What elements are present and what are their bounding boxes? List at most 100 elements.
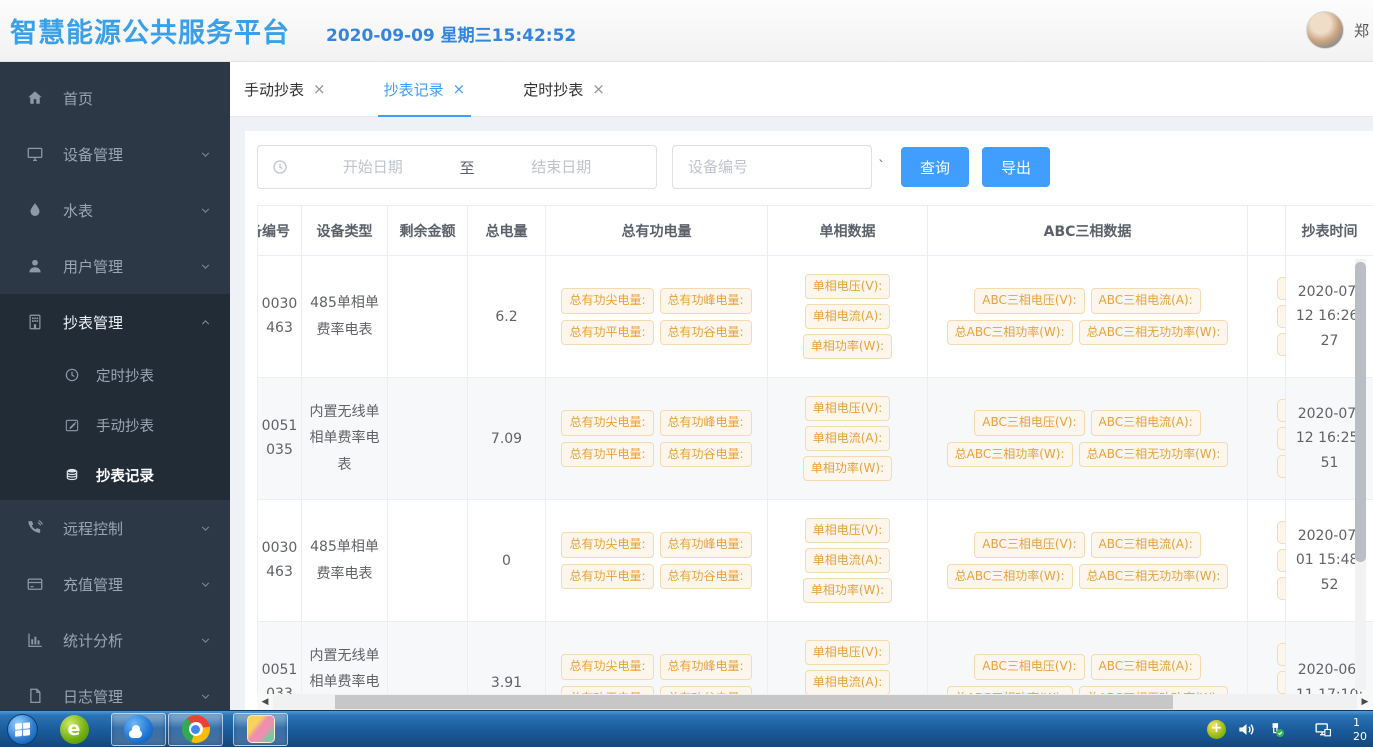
sidebar-item-label: 手动抄表 (96, 415, 154, 436)
tab-manual-reading[interactable]: 手动抄表 × (238, 62, 332, 116)
data-tag: 总有功峰电量: (660, 410, 752, 435)
data-tag: 总有功谷电量: (660, 320, 752, 345)
cell-single-phase: 单相电压(V):单相电流(A):单相功率(W): (768, 378, 928, 500)
cell-single-phase: 单相电压(V):单相电流(A):单相功率(W): (768, 622, 928, 694)
bar-chart-icon (26, 631, 44, 649)
column-header-balance: 剩余金额 (388, 206, 468, 256)
system-tray: + 1 20 (1207, 711, 1373, 747)
filter-bar: 至 ` 查询 导出 (257, 145, 1050, 189)
cell-clipped (1248, 622, 1286, 694)
data-tag: 总ABC三相无功功率(W): (1079, 564, 1229, 589)
start-date-input[interactable] (292, 158, 454, 176)
start-button[interactable] (7, 714, 38, 745)
tab-close-icon[interactable]: × (592, 80, 605, 98)
horizontal-scrollbar[interactable]: ◀ ▶ (257, 694, 1373, 710)
sidebar-item-user-management[interactable]: 用户管理 (0, 238, 230, 294)
data-tag: 总有功谷电量: (660, 564, 752, 589)
h-scroll-thumb[interactable] (335, 695, 1173, 709)
cell-device-type: 内置无线单相单费率电表 (302, 622, 388, 694)
sidebar-item-reading-records[interactable]: 抄表记录 (0, 450, 230, 500)
username[interactable]: 郑 (1354, 20, 1373, 41)
sidebar-item-water-meter[interactable]: 水表 (0, 182, 230, 238)
sidebar-item-label: 抄表管理 (63, 312, 199, 333)
data-tag: 总有功平电量: (561, 320, 653, 345)
app-title: 智慧能源公共服务平台 (10, 11, 290, 50)
query-button[interactable]: 查询 (901, 147, 969, 187)
end-date-input[interactable] (481, 158, 643, 176)
tray-360-safety-icon[interactable]: + (1207, 720, 1226, 739)
date-range-picker[interactable]: 至 (257, 145, 657, 189)
taskbar-browser-360-icon[interactable]: e (52, 711, 96, 747)
chevron-down-icon (199, 204, 212, 217)
data-tag: 总ABC三相功率(W): (947, 320, 1073, 345)
cell-clipped (1248, 500, 1286, 622)
volume-icon[interactable] (1237, 720, 1256, 739)
sidebar-item-device-management[interactable]: 设备管理 (0, 126, 230, 182)
sidebar-item-manual-reading[interactable]: 手动抄表 (0, 400, 230, 450)
sidebar-item-label: 远程控制 (63, 518, 199, 539)
network-icon[interactable] (1313, 720, 1332, 739)
monitor-icon (26, 145, 44, 163)
taskbar-clock[interactable]: 1 20 (1353, 716, 1373, 744)
usb-device-icon[interactable] (1267, 720, 1286, 739)
database-icon (64, 467, 80, 483)
clock-icon (64, 367, 80, 383)
scroll-right-arrow-icon[interactable]: ▶ (1357, 697, 1373, 707)
cell-total-energy: 6.2 (468, 256, 546, 378)
sidebar-item-recharge-management[interactable]: 充值管理 (0, 556, 230, 612)
sidebar-item-label: 定时抄表 (96, 365, 154, 386)
sidebar-item-label: 设备管理 (63, 144, 199, 165)
taskbar-chrome-icon[interactable] (168, 713, 223, 746)
sidebar-item-meter-reading-management[interactable]: 抄表管理 (0, 294, 230, 350)
tab-reading-records[interactable]: 抄表记录 × (378, 62, 472, 116)
cell-total-active-energy: 总有功尖电量:总有功峰电量:总有功平电量:总有功谷电量: (546, 500, 768, 622)
h-scroll-track[interactable] (273, 694, 1357, 710)
sidebar-item-home[interactable]: 首页 (0, 70, 230, 126)
tab-close-icon[interactable]: × (313, 80, 326, 98)
cell-total-energy: 0 (468, 500, 546, 622)
column-header-device-no: 备编号 (258, 206, 302, 256)
cell-device-type: 内置无线单相单费率电表 (302, 378, 388, 500)
sidebar-item-log-management[interactable]: 日志管理 (0, 668, 230, 710)
scroll-left-arrow-icon[interactable]: ◀ (257, 697, 273, 707)
sidebar-item-label: 首页 (63, 88, 212, 109)
date-range-separator: 至 (454, 157, 481, 178)
taskbar-qq-browser-icon[interactable] (111, 713, 166, 746)
cell-balance (388, 500, 468, 622)
data-tag: 总ABC三相功率(W): (947, 442, 1073, 467)
cell-total-active-energy: 总有功尖电量:总有功峰电量:总有功平电量:总有功谷电量: (546, 622, 768, 694)
cell-device-type: 485单相单费率电表 (302, 500, 388, 622)
column-header-clipped (1248, 206, 1286, 256)
cell-clipped (1248, 378, 1286, 500)
cell-abc-three-phase: ABC三相电压(V):ABC三相电流(A):总ABC三相功率(W):总ABC三相… (928, 378, 1248, 500)
vertical-scrollbar[interactable] (1355, 259, 1366, 690)
cell-total-active-energy: 总有功尖电量:总有功峰电量:总有功平电量:总有功谷电量: (546, 256, 768, 378)
tab-label: 手动抄表 (244, 79, 304, 100)
sidebar-item-remote-control[interactable]: 远程控制 (0, 500, 230, 556)
avatar[interactable] (1306, 11, 1344, 49)
sidebar-item-statistics[interactable]: 统计分析 (0, 612, 230, 668)
tab-bar: 手动抄表 × 抄表记录 × 定时抄表 × (230, 62, 1373, 117)
tab-scheduled-reading[interactable]: 定时抄表 × (517, 62, 611, 116)
table-row: 0051035内置无线单相单费率电表7.09总有功尖电量:总有功峰电量:总有功平… (258, 378, 1373, 500)
card-icon (26, 575, 44, 593)
data-tag: 单相电压(V): (805, 518, 891, 543)
chevron-down-icon (199, 578, 212, 591)
tab-close-icon[interactable]: × (453, 80, 466, 98)
cell-balance (388, 622, 468, 694)
taskbar-photos-icon[interactable] (233, 713, 288, 746)
phone-icon (26, 519, 44, 537)
data-tag: 单相功率(W): (803, 456, 892, 481)
tab-label: 定时抄表 (523, 79, 583, 100)
sidebar-item-scheduled-reading[interactable]: 定时抄表 (0, 350, 230, 400)
device-no-input[interactable] (672, 145, 872, 189)
chevron-down-icon (199, 260, 212, 273)
user-box[interactable]: 郑 (1306, 11, 1373, 49)
v-scroll-thumb[interactable] (1355, 262, 1366, 562)
export-button[interactable]: 导出 (982, 147, 1050, 187)
chevron-down-icon (199, 522, 212, 535)
data-tag: 单相电压(V): (805, 640, 891, 665)
tab-label: 抄表记录 (384, 79, 444, 100)
cell-total-active-energy: 总有功尖电量:总有功峰电量:总有功平电量:总有功谷电量: (546, 378, 768, 500)
windows-taskbar: e + 1 20 (0, 710, 1373, 747)
